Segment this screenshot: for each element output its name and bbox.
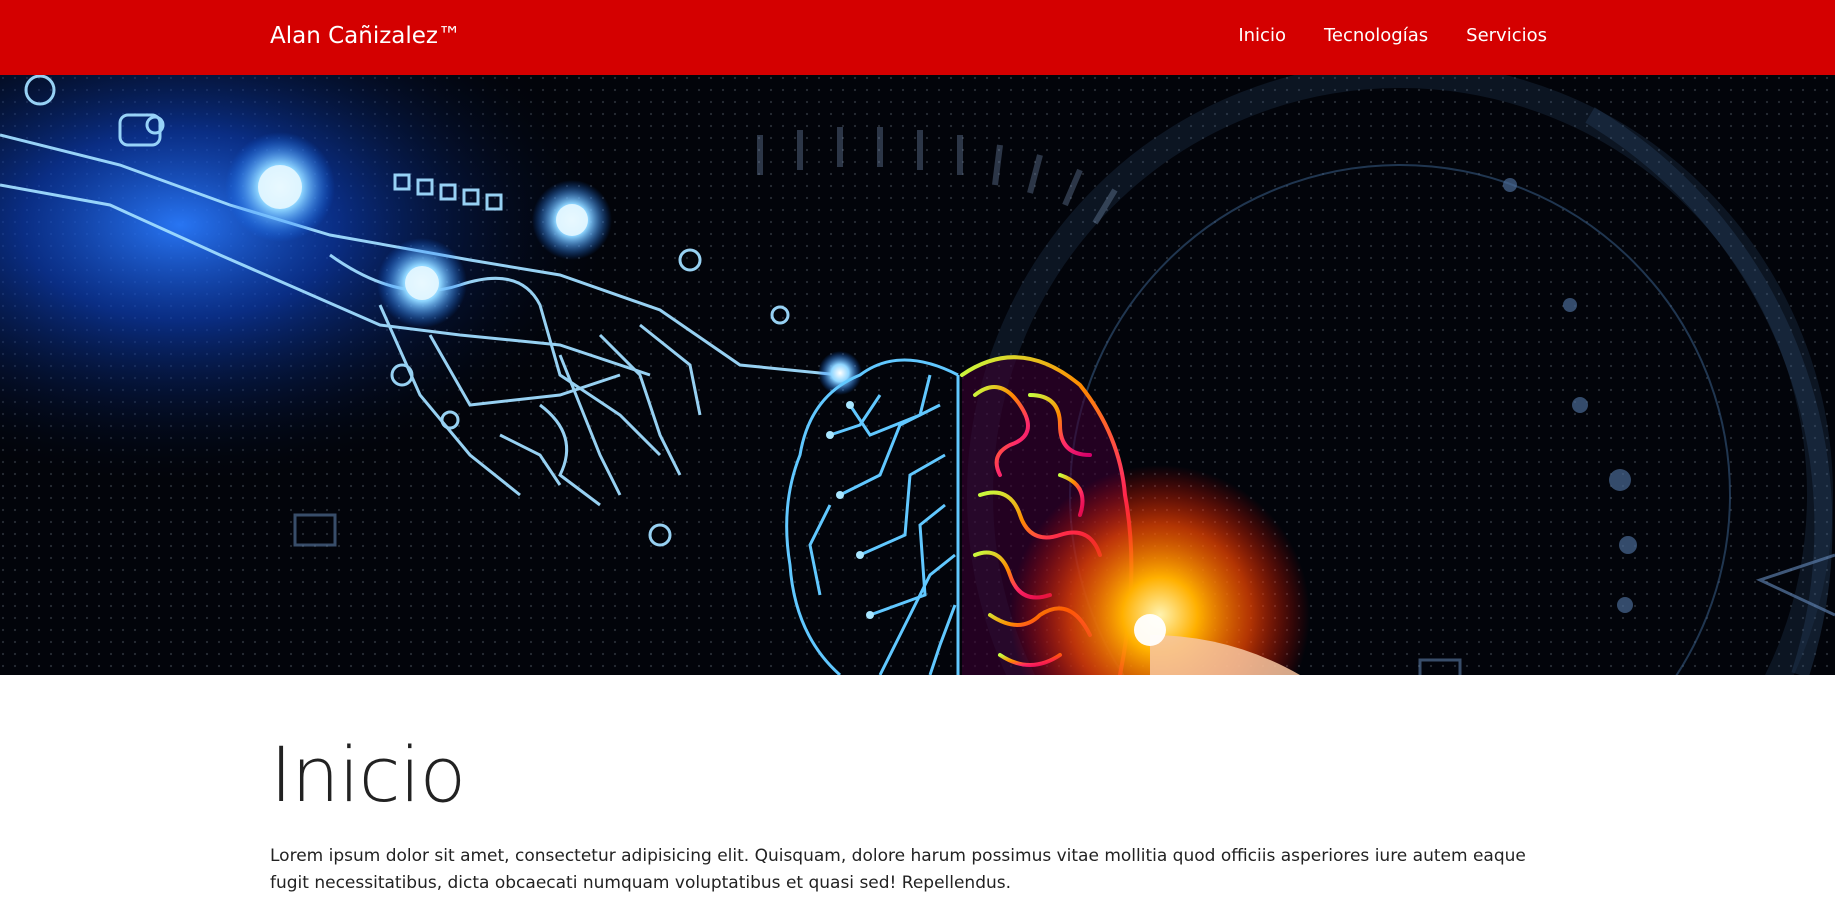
nav-link-tecnologias[interactable]: Tecnologías	[1324, 22, 1428, 50]
brand-link[interactable]: Alan Cañizalez™	[270, 20, 461, 52]
intro-paragraph: Lorem ipsum dolor sit amet, consectetur …	[270, 846, 1526, 893]
top-navbar: Alan Cañizalez™ Inicio Tecnologías Servi…	[0, 0, 1835, 75]
hero-banner-image	[0, 75, 1835, 675]
page-title: Inicio	[270, 730, 466, 819]
nav-link-inicio[interactable]: Inicio	[1238, 22, 1286, 50]
nav-links: Inicio Tecnologías Servicios	[1238, 22, 1547, 50]
main-content: Inicio Lorem ipsum dolor sit amet, conse…	[270, 725, 1570, 897]
nav-link-servicios[interactable]: Servicios	[1466, 22, 1547, 50]
